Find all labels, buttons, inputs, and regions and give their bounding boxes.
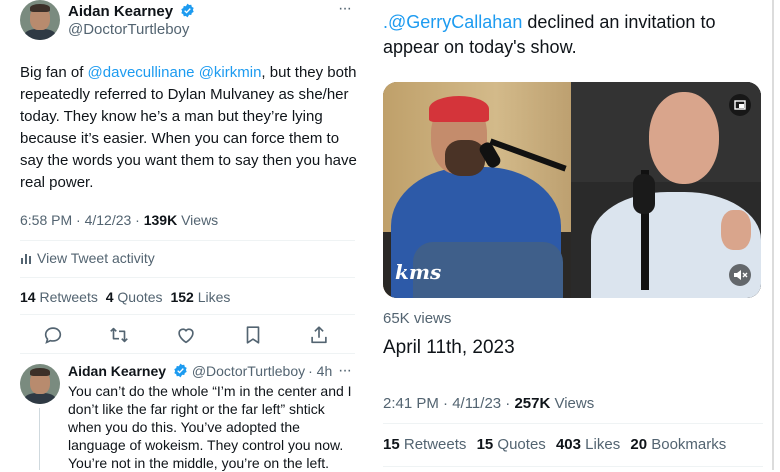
thread-line (39, 408, 40, 470)
share-icon (311, 326, 327, 344)
video-player[interactable]: kms (383, 82, 761, 298)
author-avatar[interactable] (20, 0, 60, 40)
retweets-stat[interactable]: 15 Retweets (383, 436, 466, 453)
mention-link[interactable]: @kirkmin (199, 64, 262, 81)
video-date: April 11th, 2023 (383, 337, 515, 358)
reply-text: You can’t do the whole “I’m in the cente… (68, 383, 352, 471)
share-button[interactable] (308, 324, 330, 346)
reply-more-options-button[interactable]: ··· (338, 362, 352, 380)
reply-icon (44, 327, 62, 344)
tweet-text: Big fan of @davecullinane @kirkmin, but … (20, 64, 357, 191)
mute-button[interactable] (729, 264, 751, 286)
bookmarks-stat[interactable]: 20 Bookmarks (630, 436, 726, 453)
tweet-timestamp: 6:58 PM · 4/12/23 · 139K Views (20, 212, 219, 228)
more-options-button[interactable]: ··· (338, 0, 352, 18)
divider (20, 277, 355, 278)
bookmark-button[interactable] (242, 324, 264, 346)
author-handle[interactable]: @DoctorTurtleboy (68, 21, 189, 38)
picture-in-picture-icon (734, 100, 746, 110)
retweet-icon (110, 327, 128, 343)
reply-author-avatar[interactable] (20, 364, 60, 404)
quotes-stat[interactable]: 4 Quotes (106, 289, 163, 305)
video-logo: kms (395, 260, 442, 284)
reply-age[interactable]: · 4h (308, 363, 332, 379)
pip-button[interactable] (729, 94, 751, 116)
reply-author-name[interactable]: Aidan Kearney (68, 363, 166, 379)
right-tweet-text: .@GerryCallahan declined an invitation t… (383, 12, 716, 57)
divider (383, 466, 763, 467)
like-icon (178, 328, 194, 344)
view-tweet-activity-link[interactable]: View Tweet activity (20, 250, 155, 266)
retweets-stat[interactable]: 14 Retweets (20, 289, 98, 305)
bookmark-icon (246, 326, 260, 344)
right-engagement-stats: 15 Retweets 15 Quotes 403 Likes 20 Bookm… (383, 436, 726, 453)
likes-stat[interactable]: 403 Likes (556, 436, 620, 453)
like-button[interactable] (175, 324, 197, 346)
divider (383, 423, 763, 424)
author-name[interactable]: Aidan Kearney (68, 3, 195, 20)
likes-stat[interactable]: 152 Likes (170, 289, 230, 305)
right-tweet-timestamp: 2:41 PM · 4/11/23 · 257K Views (383, 395, 595, 412)
reply-button[interactable] (42, 324, 64, 346)
video-views: 65K views (383, 310, 452, 327)
column-separator (772, 0, 774, 470)
divider (20, 353, 355, 354)
retweet-button[interactable] (108, 324, 130, 346)
author-name-text[interactable]: Aidan Kearney (68, 3, 173, 20)
quotes-stat[interactable]: 15 Quotes (477, 436, 546, 453)
reply-header: Aidan Kearney @DoctorTurtleboy · 4h (68, 363, 332, 379)
divider (20, 314, 355, 315)
engagement-stats: 14 Retweets 4 Quotes 152 Likes (20, 289, 230, 305)
verified-badge-icon (181, 3, 194, 18)
mention-link[interactable]: @davecullinane (88, 64, 195, 81)
verified-badge-icon (174, 363, 187, 378)
mention-link[interactable]: .@GerryCallahan (383, 12, 522, 32)
analytics-icon (21, 254, 31, 264)
reply-author-handle[interactable]: @DoctorTurtleboy (192, 363, 305, 379)
divider (20, 240, 355, 241)
muted-speaker-icon (734, 270, 748, 280)
